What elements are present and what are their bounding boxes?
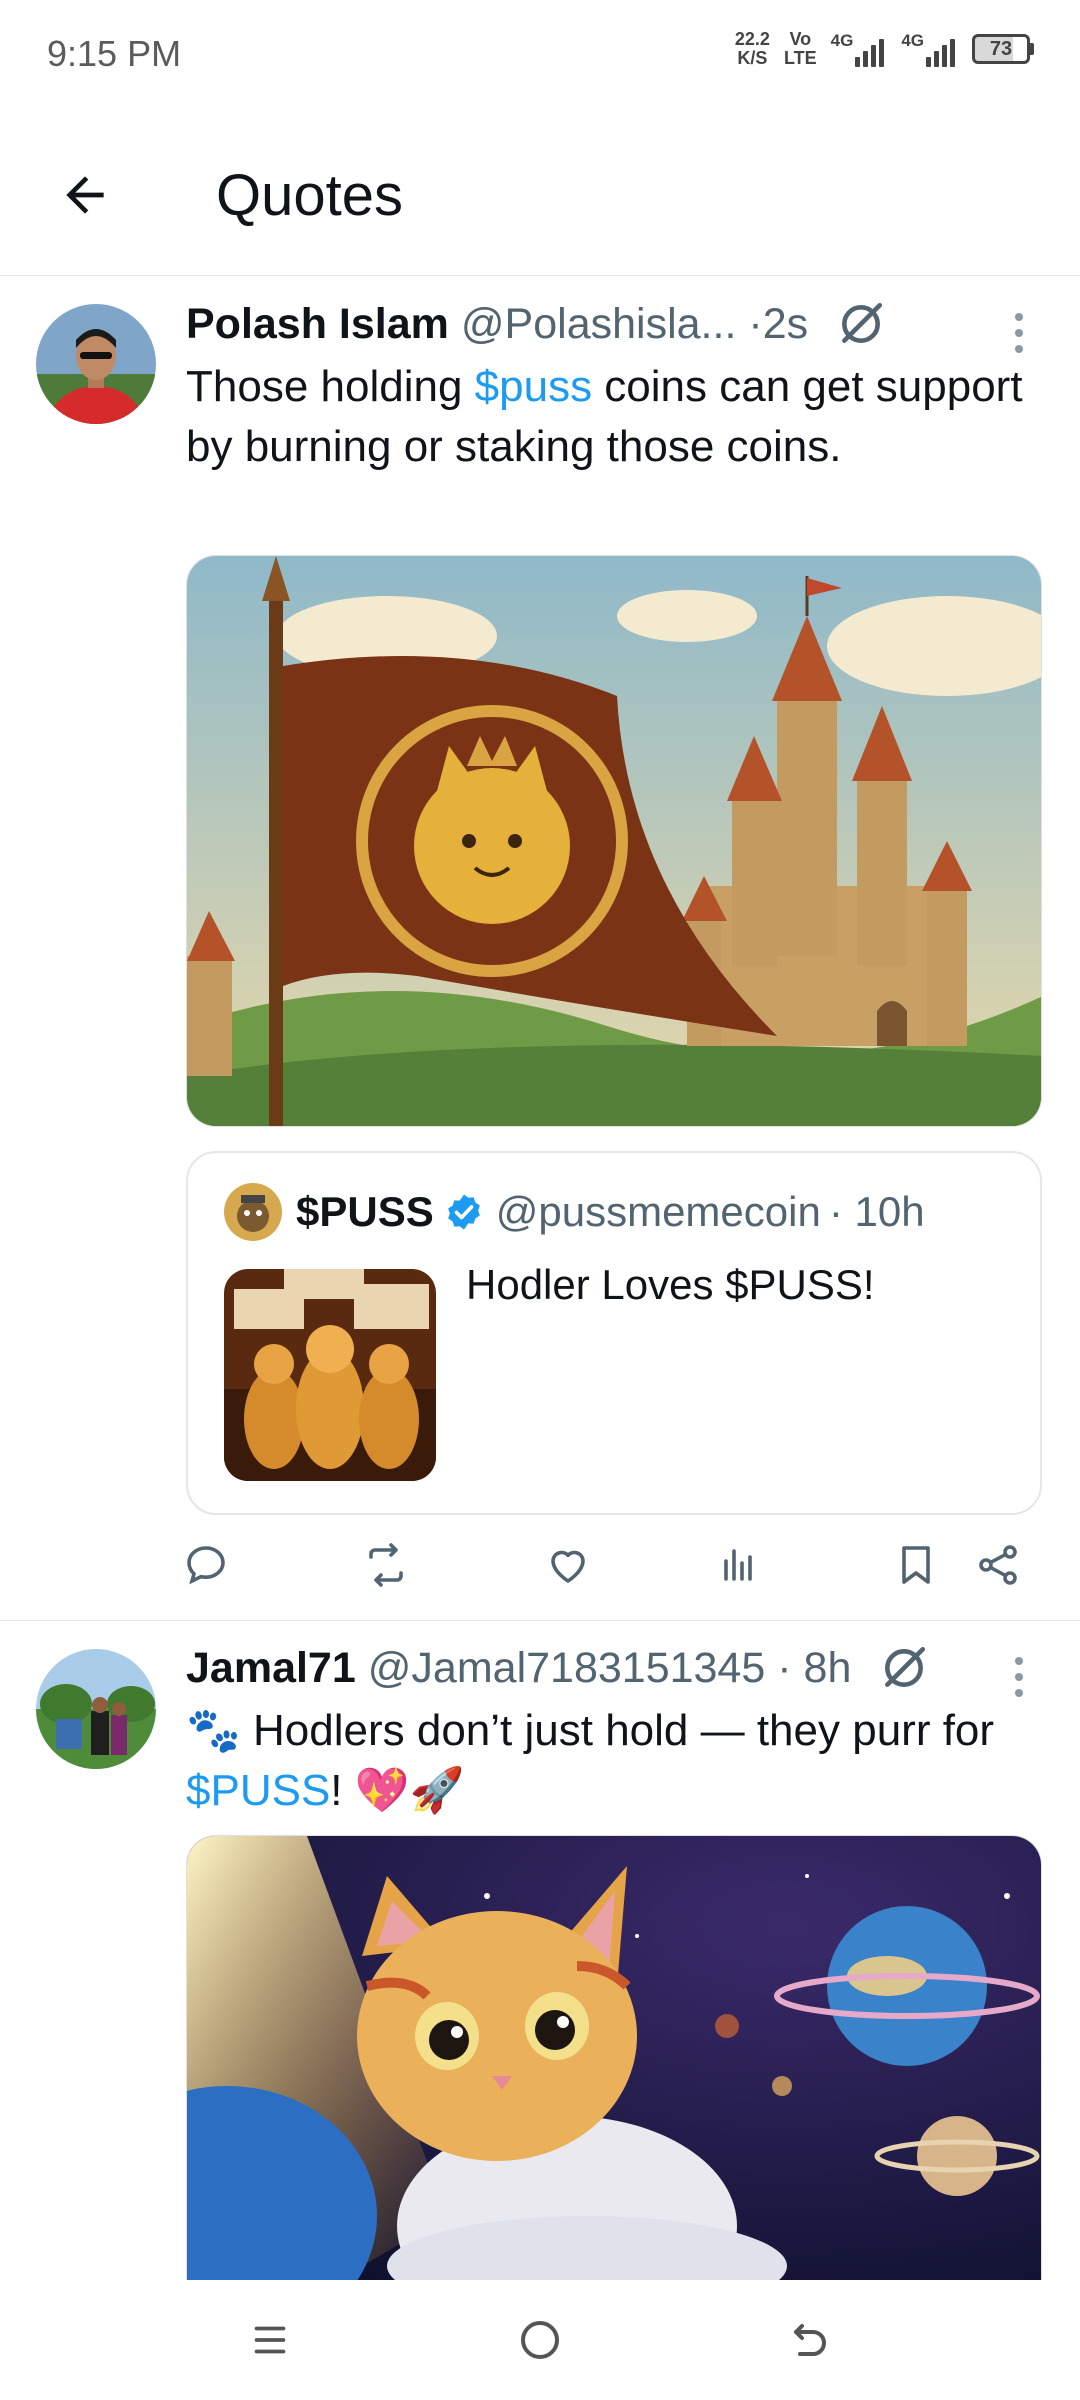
arrow-left-icon <box>66 176 104 214</box>
quoted-author-handle: @pussmemecoin <box>495 1188 821 1235</box>
author-name[interactable]: Polash Islam <box>186 300 449 349</box>
heart-icon <box>551 1550 585 1583</box>
quoted-post-time: · 10h <box>828 1188 925 1235</box>
signal-sim1-icon: 4G <box>831 31 888 67</box>
status-time: 9:15 PM <box>47 33 182 74</box>
net-speed-unit: K/S <box>737 48 768 68</box>
status-icons: 22.2 K/S Vo LTE 4G 4G 73 <box>735 30 1034 68</box>
more-options-icon[interactable] <box>1004 313 1034 353</box>
post-time[interactable]: · 8h <box>777 1644 851 1693</box>
home-button[interactable] <box>508 2308 572 2372</box>
quoted-post-image <box>224 1269 436 1481</box>
reply-icon <box>187 1546 225 1585</box>
post-text-part: ! 💖🚀 <box>330 1766 465 1815</box>
system-back-button[interactable] <box>778 2308 842 2372</box>
author-avatar[interactable] <box>36 304 156 424</box>
home-circle-icon <box>521 2321 559 2359</box>
volte-top: Vo <box>789 29 812 49</box>
cashtag-link[interactable]: $PUSS <box>186 1766 330 1815</box>
post-text: 🐾 Hodlers don’t just hold — they purr fo… <box>186 1701 1060 1821</box>
views-button[interactable] <box>708 1535 768 1595</box>
battery-icon: 73 <box>972 34 1034 64</box>
post-time[interactable]: ·2s <box>748 300 808 349</box>
post-image[interactable] <box>186 1835 1042 2280</box>
post-card[interactable]: Jamal71 @Jamal7183151345 · 8h 🐾 Hodlers … <box>0 1621 1080 2280</box>
post-header: Polash Islam @Polashisla... ·2s <box>186 299 1050 349</box>
repost-icon <box>369 1543 403 1587</box>
signal-sim2-icon: 4G <box>901 31 958 67</box>
quoted-author-avatar <box>224 1183 282 1241</box>
share-button[interactable] <box>968 1535 1028 1595</box>
recent-apps-button[interactable] <box>238 2308 302 2372</box>
back-button[interactable] <box>50 160 120 230</box>
like-button[interactable] <box>538 1535 598 1595</box>
bookmark-button[interactable] <box>886 1535 946 1595</box>
bookmark-icon <box>902 1546 930 1584</box>
post-header: Jamal71 @Jamal7183151345 · 8h <box>186 1643 1050 1693</box>
menu-icon <box>254 2326 286 2354</box>
quoted-post-card[interactable]: $PUSS @pussmemecoin · 10h Hodler Loves $… <box>186 1151 1042 1515</box>
battery-level: 73 <box>972 34 1030 64</box>
post-card[interactable]: Polash Islam @Polashisla... ·2s Those ho… <box>0 277 1080 1617</box>
volte-icon: Vo LTE <box>784 30 817 68</box>
views-icon <box>724 1549 752 1581</box>
system-nav-bar <box>0 2280 1080 2400</box>
repost-button[interactable] <box>356 1535 416 1595</box>
page-title: Quotes <box>216 163 403 228</box>
network-speed: 22.2 K/S <box>735 30 770 68</box>
grok-icon[interactable] <box>836 299 886 349</box>
more-options-icon[interactable] <box>1004 1657 1034 1697</box>
post-text: Those holding $puss coins can get suppor… <box>186 357 1040 477</box>
share-icon <box>979 1545 1017 1585</box>
post-actions <box>186 1535 1026 1595</box>
reply-button[interactable] <box>176 1535 236 1595</box>
quoted-post-header: $PUSS @pussmemecoin · 10h <box>224 1183 925 1241</box>
verified-badge-icon <box>447 1194 480 1230</box>
author-handle[interactable]: @Polashisla... <box>461 300 737 349</box>
grok-icon[interactable] <box>879 1643 929 1693</box>
net-speed-value: 22.2 <box>734 29 770 49</box>
status-bar: 9:15 PM 22.2 K/S Vo LTE 4G 4G 73 <box>0 0 1080 110</box>
back-gesture-icon <box>794 2324 826 2356</box>
post-text-part: Hodlers don’t just hold — they purr for <box>240 1706 995 1755</box>
quoted-post-text: Hodler Loves $PUSS! <box>466 1261 875 1308</box>
cashtag-link[interactable]: $puss <box>475 362 592 411</box>
sim1-label: 4G <box>830 31 854 50</box>
post-text-part: Those holding <box>186 362 475 411</box>
author-handle[interactable]: @Jamal7183151345 <box>368 1644 766 1693</box>
top-app-bar: Quotes <box>0 110 1080 276</box>
paw-emoji: 🐾 <box>186 1706 241 1755</box>
volte-bottom: LTE <box>783 48 817 68</box>
sim2-label: 4G <box>901 31 924 50</box>
author-name[interactable]: Jamal71 <box>186 1644 356 1693</box>
author-avatar[interactable] <box>36 1649 156 1769</box>
post-image[interactable] <box>186 555 1042 1127</box>
quoted-author-name: $PUSS <box>296 1188 434 1235</box>
